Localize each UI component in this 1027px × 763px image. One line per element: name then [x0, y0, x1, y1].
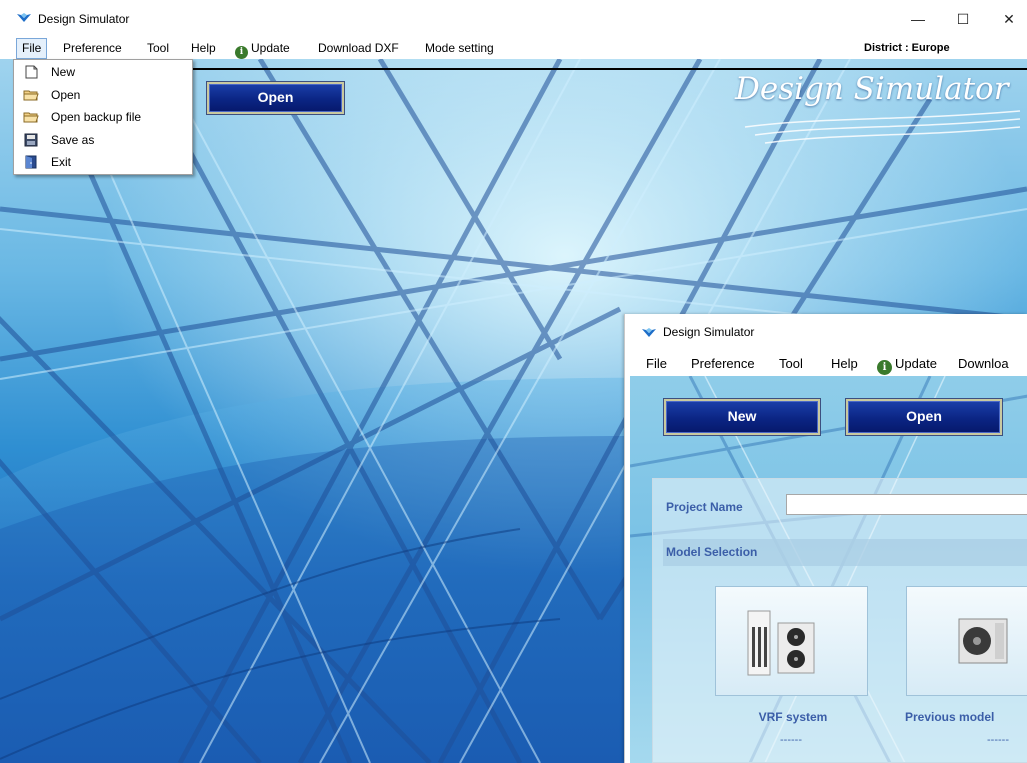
vrf-system-sub: ------ — [780, 734, 802, 746]
file-menu-open-label: Open — [51, 87, 81, 102]
menu-file[interactable]: File — [16, 38, 48, 59]
file-menu-exit[interactable]: Exit — [14, 151, 192, 174]
title-bar: Design Simulator — ☐ ✕ — [0, 0, 1027, 38]
info-icon: i — [235, 46, 248, 59]
previous-model-card[interactable] — [906, 586, 1027, 696]
open-button[interactable]: Open — [207, 82, 344, 114]
file-menu-exit-label: Exit — [51, 155, 72, 170]
vrf-system-card[interactable] — [715, 586, 868, 696]
folder-icon — [23, 90, 39, 101]
inset-menu-help[interactable]: Help — [831, 352, 858, 376]
outdoor-unit-icon — [958, 618, 1008, 664]
inset-menu-update-label: Update — [895, 356, 937, 371]
project-name-input[interactable] — [786, 494, 1027, 515]
app-logo-icon — [642, 328, 656, 337]
vrf-unit-icon — [747, 610, 815, 676]
inset-menu-tool[interactable]: Tool — [779, 352, 803, 376]
menu-bar: File Preference Tool Help i Update Downlo… — [0, 38, 1027, 59]
inset-window-title: Design Simulator — [663, 325, 755, 339]
folder-icon — [23, 112, 39, 123]
inset-new-button[interactable]: New — [664, 399, 820, 435]
file-menu-open-backup-label: Open backup file — [51, 110, 142, 125]
file-menu-dropdown: New Open Open backup file Save as Exit — [13, 59, 193, 175]
maximize-button[interactable]: ☐ — [948, 7, 978, 31]
close-button[interactable]: ✕ — [994, 7, 1024, 31]
inset-menu-preference[interactable]: Preference — [691, 352, 755, 376]
file-menu-new-label: New — [51, 65, 76, 79]
file-menu-save-as[interactable]: Save as — [14, 129, 192, 152]
new-document-icon — [25, 65, 38, 79]
menu-update[interactable]: i Update — [230, 38, 295, 59]
vrf-system-label: VRF system — [758, 710, 828, 724]
menu-update-label: Update — [251, 41, 290, 55]
inset-menu-file[interactable]: File — [646, 352, 667, 376]
app-logo-icon — [17, 13, 31, 22]
window-title: Design Simulator — [38, 12, 130, 26]
inset-project-panel: Project Name Model Selection VRF system … — [652, 478, 1027, 763]
file-menu-open-backup[interactable]: Open backup file — [14, 106, 192, 129]
inset-open-button[interactable]: Open — [846, 399, 1002, 435]
inset-canvas: New Open Project Name Model Selection VR… — [630, 376, 1027, 763]
callout-line — [138, 68, 1027, 70]
district-label: District : Europe — [864, 42, 950, 54]
minimize-button[interactable]: — — [903, 7, 933, 31]
menu-download-dxf[interactable]: Download DXF — [313, 38, 404, 59]
exit-door-icon — [25, 155, 37, 169]
menu-preference[interactable]: Preference — [58, 38, 127, 59]
inset-menu-download[interactable]: Downloa — [958, 352, 1009, 376]
previous-model-label: Previous model — [905, 710, 995, 724]
info-icon: i — [877, 360, 892, 375]
inset-screenshot-window: Design Simulator File Preference Tool He… — [624, 314, 1027, 763]
inset-menu-update[interactable]: i Update — [877, 352, 937, 376]
inset-menu-bar: File Preference Tool Help i Update Downlo… — [625, 352, 1027, 376]
menu-tool[interactable]: Tool — [142, 38, 174, 59]
brand-logo: Design Simulator — [735, 71, 1009, 107]
floppy-disk-icon — [24, 133, 38, 147]
file-menu-save-as-label: Save as — [51, 132, 95, 147]
menu-help[interactable]: Help — [186, 38, 221, 59]
menu-mode-setting[interactable]: Mode setting — [420, 38, 499, 59]
file-menu-open[interactable]: Open — [14, 84, 192, 107]
file-menu-new[interactable]: New — [14, 61, 192, 84]
previous-model-sub: ------ — [987, 734, 1009, 746]
project-name-label: Project Name — [666, 500, 743, 514]
model-selection-label: Model Selection — [666, 545, 758, 559]
